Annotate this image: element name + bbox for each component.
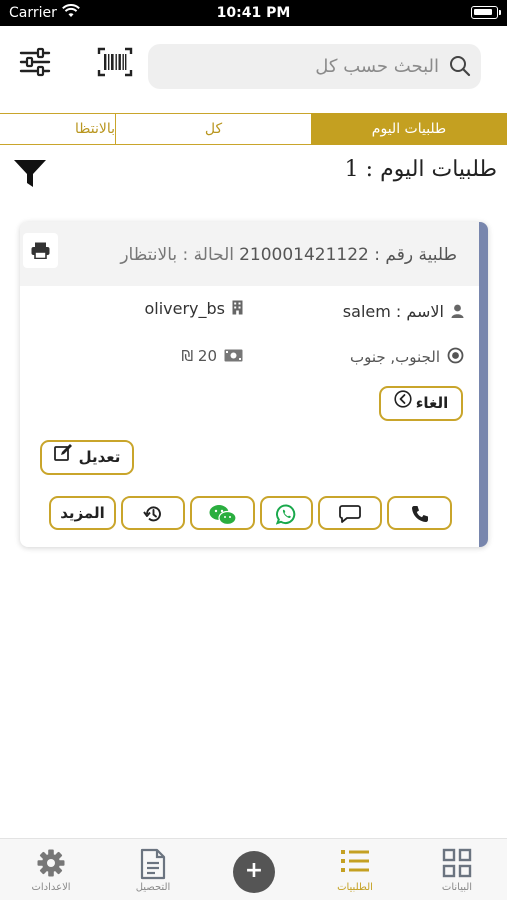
search-icon (449, 55, 471, 77)
battery-icon (471, 6, 501, 19)
customer-name-text: الاسم : salem (342, 302, 444, 321)
history-button[interactable] (121, 496, 185, 530)
nav-data-label: البيانات (441, 882, 473, 893)
edit-pencil-icon (53, 442, 73, 473)
building-icon (232, 300, 243, 319)
order-card-header: الحالة : بالانتظار طلبية رقم : 210001421… (20, 222, 479, 286)
tab-waiting[interactable]: بالانتظا (0, 113, 116, 145)
nav-settings[interactable]: الاعدادات (1, 839, 101, 900)
printer-icon (31, 242, 50, 259)
card-status-accent (479, 222, 488, 547)
add-icon: + (244, 858, 264, 883)
order-price: 20 ₪ (181, 347, 243, 366)
add-order-button[interactable]: + (233, 851, 275, 893)
settings-sliders-icon[interactable] (18, 45, 52, 79)
order-price-text: 20 ₪ (181, 347, 217, 365)
bottom-nav: الاعدادات التحصيل + الطلبيات البيانات (0, 838, 507, 900)
whatsapp-button[interactable] (260, 496, 313, 530)
status-bar: Carrier 10:41 PM (0, 0, 507, 26)
order-number: طلبية رقم : 210001421122 (239, 245, 457, 265)
filter-icon[interactable] (13, 159, 47, 189)
cancel-order-button[interactable]: الغاء (379, 386, 463, 421)
message-button[interactable] (318, 496, 382, 530)
nav-collection-label: التحصيل (135, 882, 171, 893)
wechat-button[interactable] (190, 496, 255, 530)
store-name: olivery_bs (144, 299, 243, 319)
page-title: طلبيات اليوم : 1 (344, 157, 497, 182)
grid-icon (442, 848, 472, 878)
chevron-left-circle-icon (394, 388, 412, 419)
print-button[interactable] (23, 233, 58, 268)
location-target-icon (447, 347, 464, 368)
cancel-label: الغاء (415, 394, 449, 412)
user-icon (451, 303, 464, 322)
search-placeholder: البحث حسب كل (315, 56, 439, 77)
gear-icon (37, 849, 65, 877)
top-header: البحث حسب كل (0, 26, 507, 108)
tab-today-orders[interactable]: طلبيات اليوم (311, 113, 507, 145)
clock: 10:41 PM (216, 5, 291, 21)
nav-settings-label: الاعدادات (31, 882, 71, 893)
tab-all[interactable]: كل (115, 113, 312, 145)
cash-icon (224, 348, 243, 366)
chat-bubble-icon (339, 505, 361, 523)
nav-collection[interactable]: التحصيل (103, 839, 203, 900)
nav-orders-label: الطلبيات (337, 882, 373, 893)
order-status: الحالة : بالانتظار (120, 245, 234, 265)
store-name-text: olivery_bs (144, 299, 225, 318)
order-tabs: بالانتظا كل طلبيات اليوم (0, 113, 507, 145)
edit-order-button[interactable]: تعديل (40, 440, 134, 475)
history-icon (143, 506, 161, 522)
document-icon (140, 848, 166, 880)
whatsapp-icon (275, 504, 296, 525)
phone-icon (411, 506, 428, 522)
list-icon (341, 850, 369, 872)
call-button[interactable] (387, 496, 452, 530)
wechat-icon (209, 505, 237, 526)
barcode-scan-icon[interactable] (97, 45, 133, 79)
edit-label: تعديل (78, 448, 121, 466)
nav-data[interactable]: البيانات (407, 839, 507, 900)
order-card[interactable]: الحالة : بالانتظار طلبية رقم : 210001421… (20, 222, 488, 547)
order-address-text: الجنوب, جنوب (349, 348, 440, 366)
nav-orders[interactable]: الطلبيات (305, 839, 405, 900)
search-input[interactable]: البحث حسب كل (148, 44, 481, 89)
customer-name: الاسم : salem (343, 302, 464, 322)
order-address: الجنوب, جنوب (350, 347, 464, 368)
more-button[interactable]: المزيد (49, 496, 116, 530)
